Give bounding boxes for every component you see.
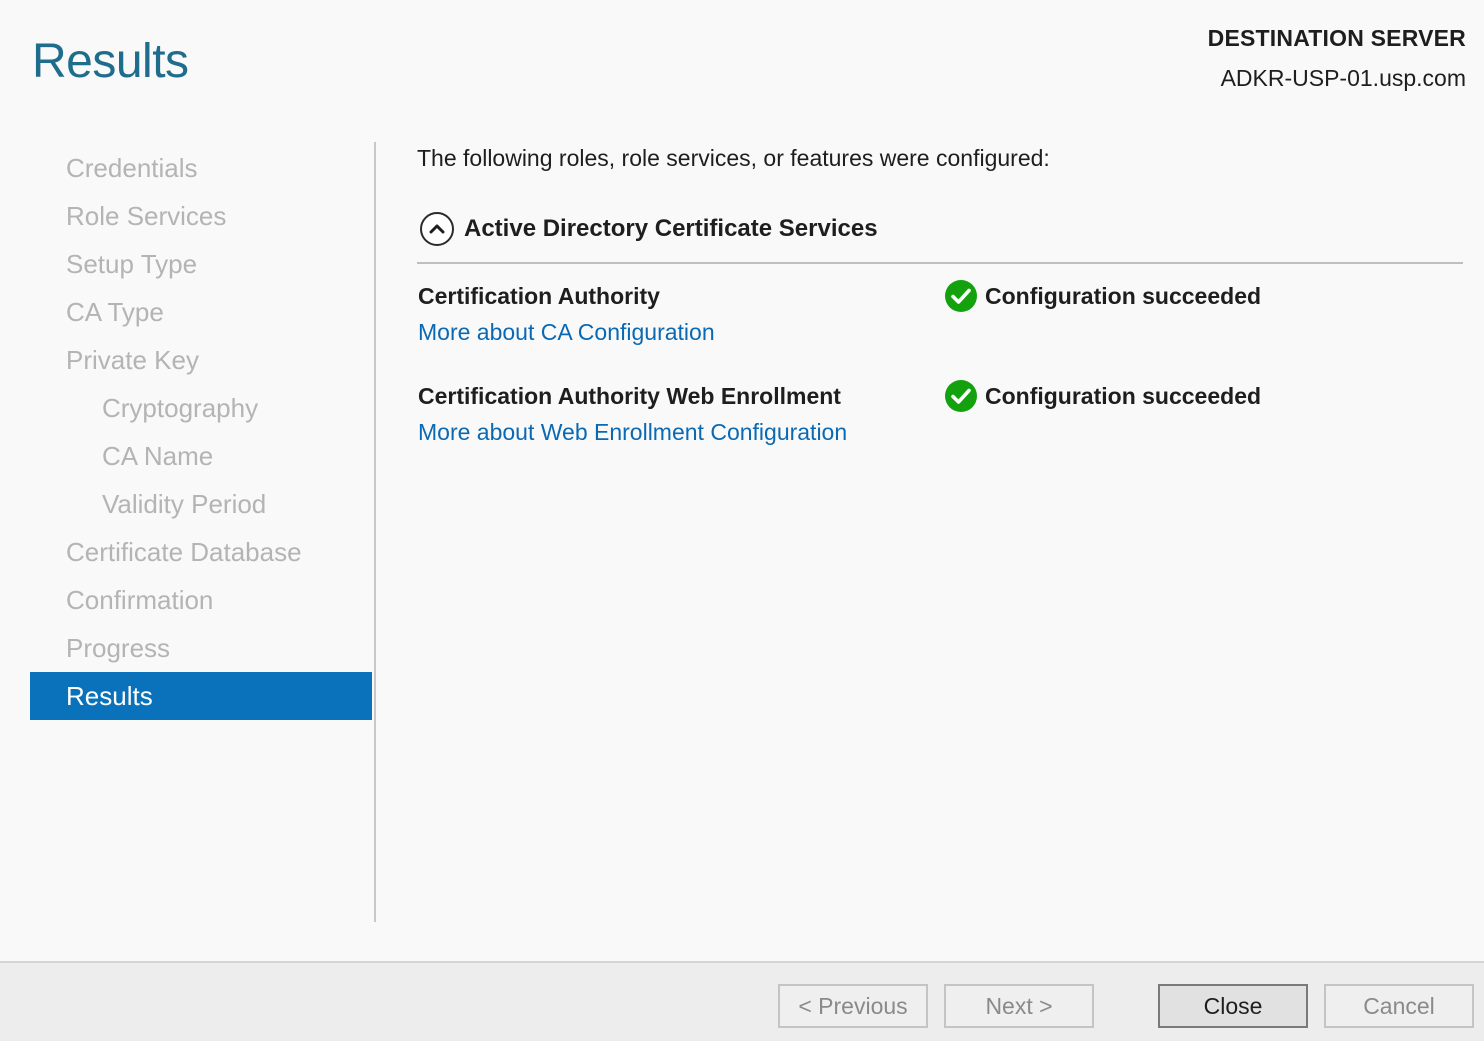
chevron-up-circle-icon[interactable]	[420, 212, 454, 246]
nav-item-setup-type[interactable]: Setup Type	[30, 240, 372, 288]
role-status: Configuration succeeded	[945, 378, 1261, 414]
checkmark-circle-icon	[945, 380, 977, 412]
checkmark-circle-icon	[945, 280, 977, 312]
previous-button[interactable]: < Previous	[778, 984, 928, 1028]
nav-item-confirmation[interactable]: Confirmation	[30, 576, 372, 624]
status-text: Configuration succeeded	[985, 382, 1262, 409]
nav-item-ca-name[interactable]: CA Name	[30, 432, 372, 480]
destination-server-label: DESTINATION SERVER	[1207, 25, 1466, 51]
close-button[interactable]: Close	[1158, 984, 1308, 1028]
nav-item-results[interactable]: Results	[30, 672, 372, 720]
next-button[interactable]: Next >	[944, 984, 1094, 1028]
nav-item-validity-period[interactable]: Validity Period	[30, 480, 372, 528]
wizard-footer: < Previous Next > Close Cancel	[0, 961, 1484, 1041]
role-group-header: Active Directory Certificate Services	[417, 206, 1463, 264]
nav-divider	[374, 142, 376, 922]
nav-item-credentials[interactable]: Credentials	[30, 144, 372, 192]
role-group-title: Active Directory Certificate Services	[464, 215, 878, 242]
results-content: The following roles, role services, or f…	[417, 140, 1463, 478]
results-intro: The following roles, role services, or f…	[417, 145, 1050, 171]
nav-item-progress[interactable]: Progress	[30, 624, 372, 672]
nav-item-private-key[interactable]: Private Key	[30, 336, 372, 384]
nav-item-cryptography[interactable]: Cryptography	[30, 384, 372, 432]
role-result-row: Certification Authority More about CA Co…	[417, 278, 1463, 378]
role-name: Certification Authority Web Enrollment	[418, 383, 841, 409]
role-result-row: Certification Authority Web Enrollment M…	[417, 378, 1463, 478]
destination-server-name: ADKR-USP-01.usp.com	[1220, 65, 1466, 91]
status-text: Configuration succeeded	[985, 282, 1262, 309]
wizard-nav: Credentials Role Services Setup Type CA …	[30, 144, 372, 720]
more-about-link[interactable]: More about Web Enrollment Configuration	[418, 414, 847, 450]
role-name: Certification Authority	[418, 283, 660, 309]
page-title: Results	[32, 35, 189, 88]
role-status: Configuration succeeded	[945, 278, 1261, 314]
nav-item-role-services[interactable]: Role Services	[30, 192, 372, 240]
cancel-button[interactable]: Cancel	[1324, 984, 1474, 1028]
nav-item-certificate-database[interactable]: Certificate Database	[30, 528, 372, 576]
nav-item-ca-type[interactable]: CA Type	[30, 288, 372, 336]
more-about-link[interactable]: More about CA Configuration	[418, 314, 715, 350]
destination-server-info: DESTINATION SERVER ADKR-USP-01.usp.com	[1208, 18, 1466, 98]
